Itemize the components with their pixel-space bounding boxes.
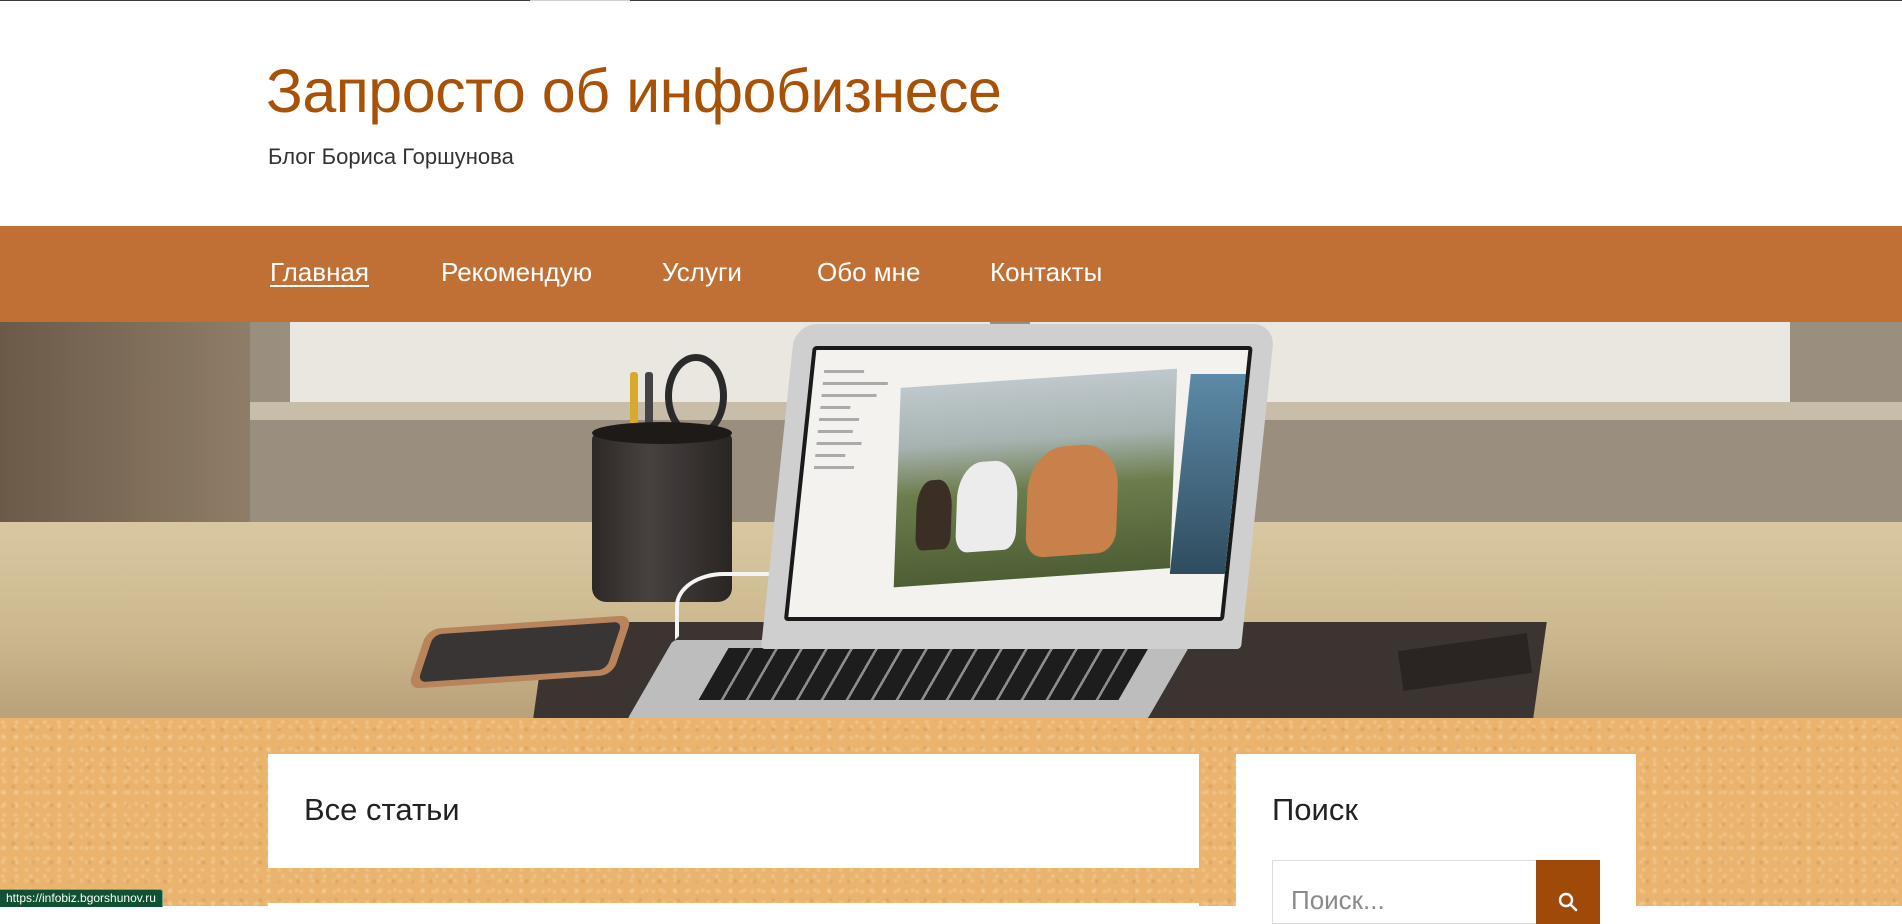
hero-laptop-screen: [783, 346, 1253, 621]
search-title: Поиск: [1272, 792, 1358, 827]
search-icon: [1558, 892, 1578, 912]
next-card-top: [268, 903, 1199, 923]
hero-horses-photo: [893, 368, 1178, 588]
hero-laptop: [760, 324, 1276, 649]
search-button[interactable]: [1536, 860, 1600, 924]
site-header: Запросто об инфобизнесе Блог Бориса Горш…: [0, 1, 1902, 226]
nav-item-contacts[interactable]: Контакты: [990, 259, 1102, 285]
hero-image: [0, 322, 1902, 718]
articles-title: Все статьи: [304, 792, 460, 827]
site-tagline: Блог Бориса Горшунова: [268, 144, 514, 169]
hero-laptop-base: [626, 640, 1194, 718]
hero-cable: [675, 572, 773, 640]
nav-item-services[interactable]: Услуги: [662, 259, 742, 285]
nav-item-home[interactable]: Главная: [270, 259, 369, 285]
main-navigation: Главная Рекомендую Услуги Обо мне Контак…: [0, 226, 1902, 322]
status-bar-url: https://infobiz.bgorshunov.ru: [0, 889, 163, 907]
nav-item-recommend[interactable]: Рекомендую: [441, 259, 592, 285]
articles-card: Все статьи: [268, 754, 1199, 868]
content-area: Все статьи Поиск: [0, 718, 1902, 924]
nav-item-about[interactable]: Обо мне: [817, 259, 921, 285]
search-input[interactable]: [1272, 860, 1536, 924]
site-title[interactable]: Запросто об инфобизнесе: [266, 61, 1002, 122]
search-widget: Поиск: [1236, 754, 1636, 924]
